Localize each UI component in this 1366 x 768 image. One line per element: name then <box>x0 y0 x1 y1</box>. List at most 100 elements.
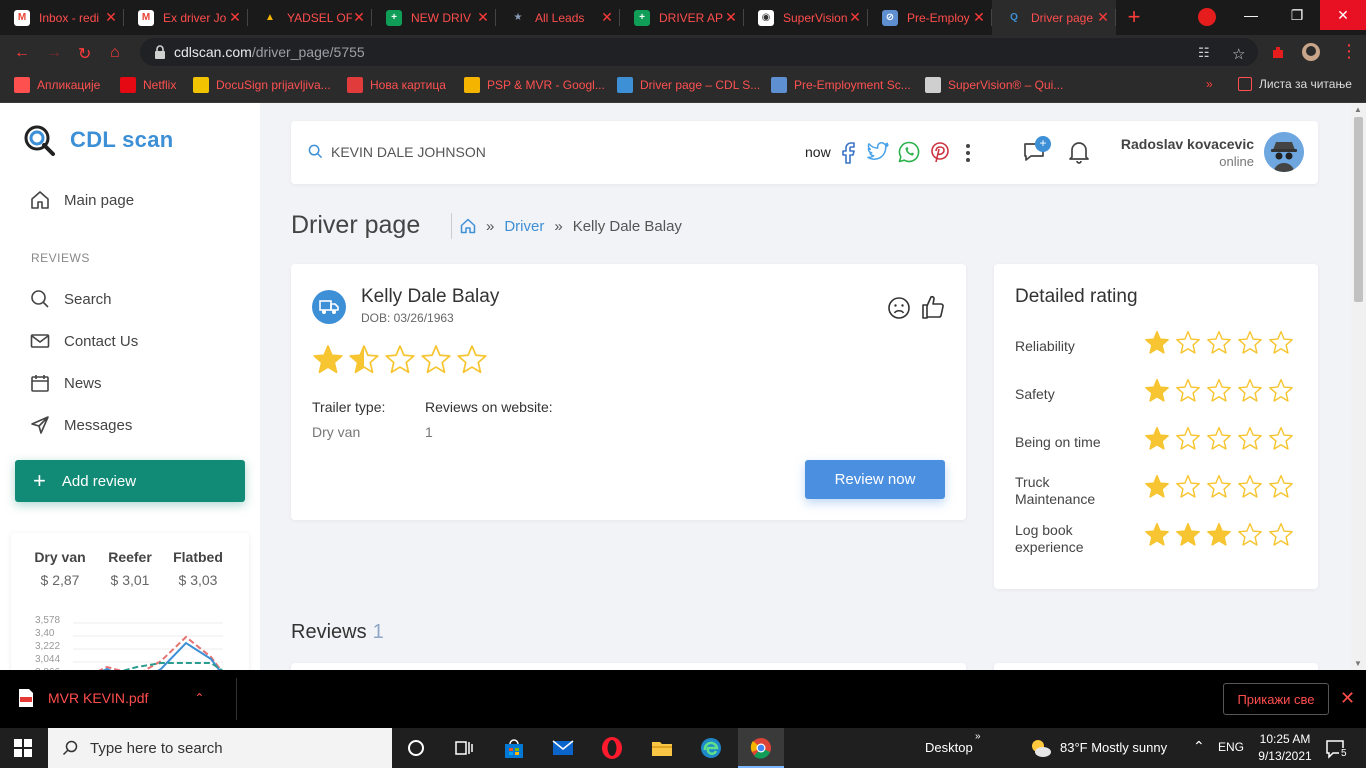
clock-date[interactable]: 9/13/2021 <box>1256 749 1314 763</box>
page-scrollbar[interactable]: ▲ ▼ <box>1351 103 1366 670</box>
star-icon[interactable] <box>1206 474 1232 500</box>
star-icon[interactable] <box>1206 426 1232 452</box>
browser-menu-icon[interactable]: ⋮ <box>1340 41 1358 62</box>
browser-tab[interactable]: + NEW DRIV ✕ <box>372 0 496 35</box>
star-icon[interactable] <box>1175 330 1201 356</box>
star-icon[interactable] <box>1144 522 1170 548</box>
store-icon[interactable] <box>502 736 526 760</box>
sad-face-icon[interactable] <box>887 296 911 320</box>
reading-list-button[interactable]: Листа за читање <box>1238 77 1352 91</box>
star-icon[interactable] <box>1144 426 1170 452</box>
bookmark-item[interactable]: Pre-Employment Sc... <box>771 77 911 93</box>
star-icon[interactable] <box>1268 474 1294 500</box>
facebook-icon[interactable] <box>837 140 861 164</box>
star-icon[interactable] <box>1268 426 1294 452</box>
bookmark-star-icon[interactable]: ☆ <box>1232 45 1245 63</box>
nav-search[interactable]: Search <box>30 289 112 309</box>
bookmark-item[interactable]: SuperVision® – Qui... <box>925 77 1063 93</box>
browser-tab[interactable]: Q Driver page ✕ <box>992 0 1116 35</box>
browser-tab[interactable]: M Ex driver Jo ✕ <box>124 0 248 35</box>
star-icon[interactable] <box>1175 378 1201 404</box>
star-icon[interactable] <box>1237 474 1263 500</box>
forward-icon[interactable]: → <box>46 44 62 62</box>
close-window-button[interactable]: ✕ <box>1320 0 1366 30</box>
opera-icon[interactable] <box>600 736 624 760</box>
bell-icon[interactable] <box>1066 139 1092 165</box>
star-icon[interactable] <box>1144 330 1170 356</box>
back-icon[interactable]: ← <box>14 44 30 62</box>
scroll-up-arrow[interactable]: ▲ <box>1354 105 1362 114</box>
desktop-toolbar-label[interactable]: Desktop <box>925 740 973 755</box>
minimize-button[interactable]: — <box>1228 0 1274 30</box>
file-explorer-icon[interactable] <box>650 736 674 760</box>
thumbs-up-icon[interactable] <box>921 294 945 320</box>
close-download-bar-icon[interactable]: ✕ <box>1340 688 1355 709</box>
scroll-down-arrow[interactable]: ▼ <box>1354 659 1362 668</box>
restore-button[interactable]: ❐ <box>1274 0 1320 30</box>
tab-close-icon[interactable]: ✕ <box>352 9 366 26</box>
tab-close-icon[interactable]: ✕ <box>476 9 490 26</box>
browser-tab[interactable]: ▲ YADSEL OF ✕ <box>248 0 372 35</box>
reload-icon[interactable]: ↻ <box>78 44 91 64</box>
star-icon[interactable] <box>1268 330 1294 356</box>
tray-expand-icon[interactable]: ⌃ <box>1193 738 1205 755</box>
new-tab-button[interactable]: + <box>1120 4 1148 32</box>
star-icon[interactable] <box>1175 522 1201 548</box>
tab-close-icon[interactable]: ✕ <box>848 9 862 26</box>
star-icon[interactable] <box>312 344 344 376</box>
task-view-icon[interactable] <box>452 736 476 760</box>
user-name[interactable]: Radoslav kovacevic <box>1121 136 1254 152</box>
star-icon[interactable] <box>1144 378 1170 404</box>
cortana-icon[interactable] <box>404 736 428 760</box>
star-icon[interactable] <box>1268 378 1294 404</box>
input-language[interactable]: ENG <box>1218 740 1244 754</box>
star-icon[interactable] <box>1206 378 1232 404</box>
add-review-button[interactable]: + Add review <box>15 460 245 502</box>
driver-search-input[interactable] <box>331 141 631 163</box>
star-icon[interactable] <box>1175 474 1201 500</box>
nav-contact-us[interactable]: Contact Us <box>30 331 138 351</box>
bookmark-item[interactable]: Driver page – CDL S... <box>617 77 760 93</box>
logo[interactable]: CDL scan <box>22 123 173 157</box>
tab-close-icon[interactable]: ✕ <box>104 9 118 26</box>
star-icon[interactable] <box>1237 378 1263 404</box>
star-icon[interactable] <box>348 344 380 376</box>
pinterest-icon[interactable] <box>928 140 952 164</box>
home-icon[interactable]: ⌂ <box>110 44 120 62</box>
review-now-button[interactable]: Review now <box>805 460 945 499</box>
toolbar-overflow-icon[interactable]: » <box>975 731 981 742</box>
star-icon[interactable] <box>1206 330 1232 356</box>
nav-main-page[interactable]: Main page <box>30 190 134 210</box>
browser-tab[interactable]: ★ All Leads ✕ <box>496 0 620 35</box>
breadcrumb-home-icon[interactable] <box>460 218 476 234</box>
bookmark-item[interactable]: Нова картица <box>347 77 446 93</box>
browser-tab[interactable]: ◉ SuperVision ✕ <box>744 0 868 35</box>
star-icon[interactable] <box>456 344 488 376</box>
bookmark-item[interactable]: PSP & MVR - Googl... <box>464 77 605 93</box>
taskbar-search-box[interactable]: Type here to search <box>48 728 392 768</box>
star-icon[interactable] <box>420 344 452 376</box>
more-options-icon[interactable] <box>965 143 971 163</box>
bookmark-item[interactable]: DocuSign prijavljiva... <box>193 77 331 93</box>
star-icon[interactable] <box>384 344 416 376</box>
edge-icon[interactable] <box>699 736 723 760</box>
star-icon[interactable] <box>1237 522 1263 548</box>
browser-tab[interactable]: ⊘ Pre-Employ ✕ <box>868 0 992 35</box>
browser-tab[interactable]: M Inbox - redi ✕ <box>0 0 124 35</box>
user-avatar[interactable] <box>1264 132 1304 172</box>
tab-close-icon[interactable]: ✕ <box>228 9 242 26</box>
bookmark-item[interactable]: Netflix <box>120 77 176 93</box>
download-item[interactable]: MVR KEVIN.pdf ⌃ <box>18 688 204 708</box>
chrome-icon[interactable] <box>749 736 773 760</box>
star-icon[interactable] <box>1144 474 1170 500</box>
star-icon[interactable] <box>1206 522 1232 548</box>
mail-app-icon[interactable] <box>551 736 575 760</box>
tab-close-icon[interactable]: ✕ <box>1096 9 1110 26</box>
breadcrumb-link-driver[interactable]: Driver <box>504 218 544 235</box>
windows-start-icon[interactable] <box>14 739 32 757</box>
twitter-icon[interactable] <box>866 140 890 164</box>
translate-icon[interactable]: ☷ <box>1198 45 1210 61</box>
star-icon[interactable] <box>1237 330 1263 356</box>
browser-tab[interactable]: + DRIVER AP ✕ <box>620 0 744 35</box>
star-icon[interactable] <box>1175 426 1201 452</box>
